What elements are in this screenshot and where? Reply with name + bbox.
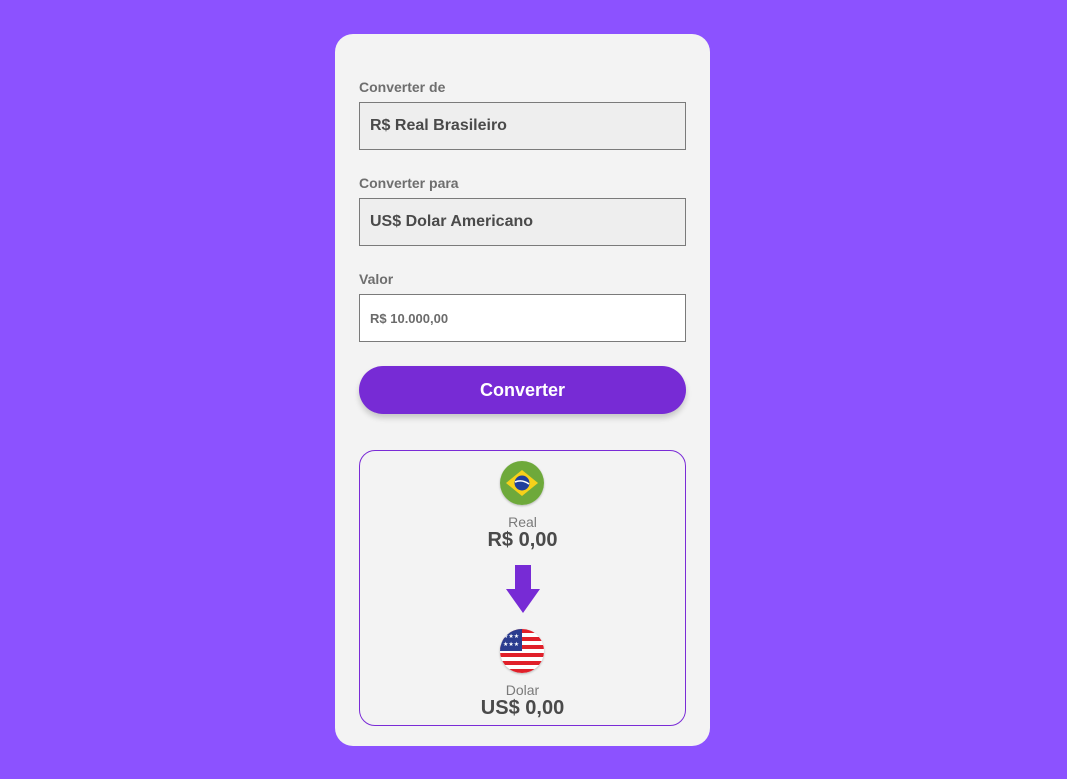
from-currency-name: Real bbox=[508, 514, 537, 530]
from-currency-value: R$ Real Brasileiro bbox=[370, 117, 507, 134]
to-currency-value: US$ Dolar Americano bbox=[370, 213, 534, 230]
from-label: Converter de bbox=[359, 79, 446, 95]
from-currency-amount: R$ 0,00 bbox=[487, 529, 558, 551]
to-currency-select[interactable]: US$ Dolar Americano bbox=[359, 198, 686, 246]
converter-card: Converter de R$ Real Brasileiro Converte… bbox=[335, 34, 710, 746]
to-currency-amount: US$ 0,00 bbox=[480, 697, 565, 719]
arrow-down-icon bbox=[505, 563, 541, 615]
from-currency-select[interactable]: R$ Real Brasileiro bbox=[359, 102, 686, 150]
convert-button[interactable]: Converter bbox=[359, 366, 686, 414]
usa-flag-icon: ★★★ ★★★ bbox=[500, 629, 544, 673]
result-box: Real R$ 0,00 ★★★ ★★★ Dolar US$ 0,00 bbox=[359, 450, 686, 726]
to-currency-name: Dolar bbox=[505, 682, 540, 698]
svg-text:★★★: ★★★ bbox=[503, 641, 519, 648]
brazil-flag-icon bbox=[500, 461, 544, 505]
svg-text:★★★: ★★★ bbox=[503, 633, 519, 640]
amount-label: Valor bbox=[359, 271, 394, 287]
amount-input[interactable] bbox=[359, 294, 686, 342]
to-label: Converter para bbox=[359, 175, 459, 191]
